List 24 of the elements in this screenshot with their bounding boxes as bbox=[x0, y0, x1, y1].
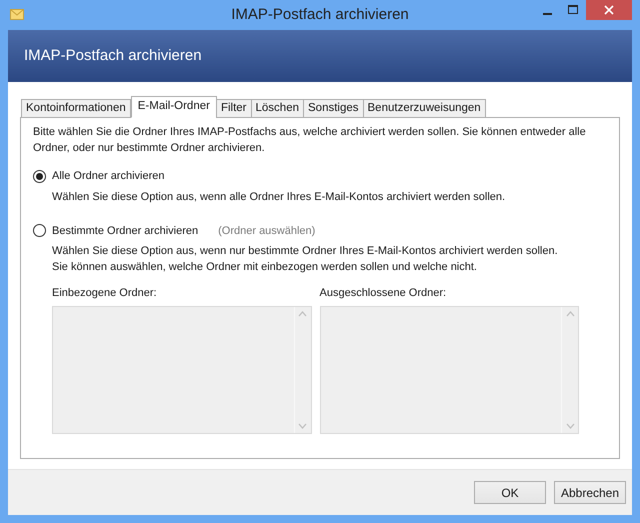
option-description: Wählen Sie diese Option aus, wenn nur bestimmte Ordner Ihres E-Mail-Kontos archiviert werden sollen. Sie können auswählen, welche Ordner mit einbezogen werden sollen und welche nicht. bbox=[52, 244, 559, 275]
radio-button[interactable] bbox=[33, 224, 46, 238]
close-button[interactable] bbox=[586, 0, 632, 20]
close-icon bbox=[604, 5, 614, 15]
intro-text: Bitte wählen Sie die Ordner Ihres IMAP-Postfachs aus, welche archiviert werden sollen. Sie können entweder alle Ordner, oder nur bestimmte Ordner archivieren. bbox=[33, 125, 587, 156]
list-label: Einbezogene Ordner: bbox=[52, 286, 158, 301]
tab[interactable]: E-Mail-Ordner bbox=[130, 96, 217, 118]
window-title: IMAP-Postfach archivieren bbox=[231, 4, 409, 25]
tab[interactable]: Löschen bbox=[250, 99, 304, 118]
dialog-button[interactable]: OK bbox=[474, 481, 546, 504]
tab[interactable]: Kontoinformationen bbox=[21, 99, 131, 118]
minimize-icon bbox=[542, 13, 552, 15]
envelope-icon bbox=[10, 9, 24, 20]
tab[interactable]: Sonstiges bbox=[303, 99, 364, 118]
header-title: IMAP-Postfach archivieren bbox=[24, 46, 202, 66]
radio-button[interactable] bbox=[33, 170, 46, 183]
dialog-button[interactable]: Abbrechen bbox=[554, 481, 626, 504]
option-description: Wählen Sie diese Option aus, wenn alle Ordner Ihres E-Mail-Kontos archiviert werden sollen. bbox=[52, 190, 506, 204]
maximize-icon bbox=[568, 5, 578, 15]
tab[interactable]: Filter bbox=[216, 99, 252, 118]
option-label[interactable]: Alle Ordner archivieren bbox=[52, 168, 164, 184]
option-label[interactable]: Bestimmte Ordner archivieren bbox=[52, 222, 198, 239]
tab[interactable]: Benutzerzuweisungen bbox=[362, 99, 486, 118]
list-label: Ausgeschlossene Ordner: bbox=[320, 286, 448, 301]
